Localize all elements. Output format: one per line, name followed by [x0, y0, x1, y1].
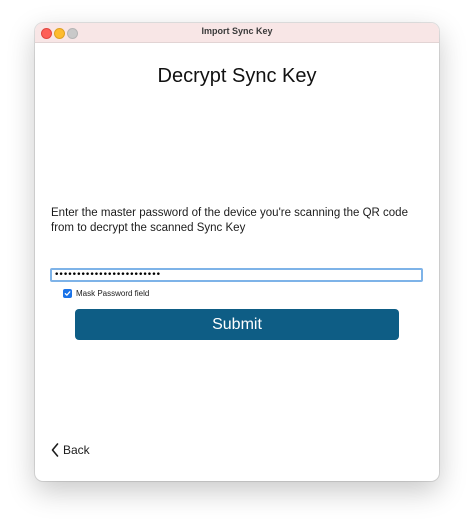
page-title: Decrypt Sync Key	[157, 65, 317, 87]
instructions-text: Enter the master password of the device …	[51, 207, 408, 234]
master-password-input[interactable]: ••••••••••••••••••••••••	[50, 268, 423, 282]
mask-password-label: Mask Password field	[76, 288, 150, 298]
chevron-left-icon	[51, 443, 59, 457]
checkmark-icon	[64, 290, 71, 296]
mask-password-checkbox[interactable]	[63, 288, 72, 298]
submit-button[interactable]: Submit	[75, 309, 399, 340]
window-titlebar[interactable]: Import Sync Key	[35, 23, 439, 43]
back-label: Back	[63, 443, 90, 457]
mask-password-toggle[interactable]: Mask Password field	[63, 287, 149, 299]
back-button[interactable]: Back	[51, 442, 90, 458]
app-window: Import Sync Key Decrypt Sync Key Enter t…	[35, 23, 439, 481]
window-title: Import Sync Key	[201, 26, 273, 36]
